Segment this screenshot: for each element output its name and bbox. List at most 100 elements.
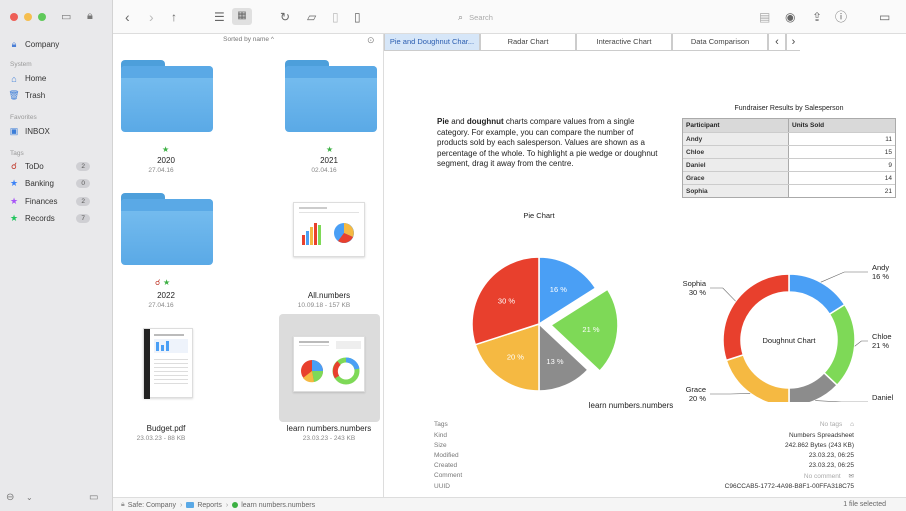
tab-scroll-right-button[interactable]: › [786,34,800,51]
meta-label-modified: Modified [434,452,459,459]
tab-interactive-chart[interactable]: Interactive Chart [576,34,672,51]
file-tile-2020[interactable]: ★ 2020 27.04.16 [113,34,248,184]
doughnut-segment-chloe [822,303,856,387]
star-tag-icon: ★ [162,145,170,154]
file-tile-2022[interactable]: ☌ ★ 2022 27.04.16 [113,186,248,316]
grid-view-button[interactable]: ▦ [232,8,252,25]
doughnut-leader-line-grace [710,393,751,395]
intro-text: Pie and doughnut charts compare values f… [437,117,661,170]
settings-menu-icon[interactable]: ⊖ [6,492,14,503]
new-file-icon[interactable]: ▯ [332,9,339,25]
trash-icon: 🗑︎ [8,90,20,100]
sidebar-toggle-icon[interactable]: ▭ [61,10,71,23]
sidebar-item-label: ToDo [25,162,44,171]
doughnut-segment-andy [788,273,846,316]
sidebar-item-finances[interactable]: ★ Finances 2 [8,194,106,209]
sidebar-item-label: Finances [25,197,58,206]
sidebar-item-inbox[interactable]: ▣ INBOX [8,124,106,139]
table-cell-participant: Chloe [683,146,789,158]
sidebar-item-records[interactable]: ★ Records 7 [8,211,106,226]
section-tags: Tags [10,150,24,157]
pie-value-label-chloe: 21 % [582,325,599,334]
table-cell-participant: Grace [683,172,789,184]
gallery-icon[interactable]: ▤ [759,9,770,25]
pie-value-label-daniel: 13 % [546,357,563,366]
table-cell-units: 14 [884,175,892,182]
chevron-down-icon[interactable]: ⌄ [26,493,33,502]
refresh-icon[interactable]: ↻ [280,9,290,25]
intro-joiner: and [449,117,467,126]
sidebar-item-trash[interactable]: 🗑︎ Trash [8,88,106,103]
table-header-cell: Participant [683,119,789,132]
back-button[interactable]: ‹ [125,9,130,25]
file-tile-budget-pdf[interactable]: Budget.pdf 23.03.23 - 88 KB [113,318,248,448]
close-window-button[interactable] [10,13,18,21]
file-tile-2021[interactable]: ★ 2021 02.04.16 [249,34,384,184]
info-icon[interactable]: ⓘ [835,9,847,25]
up-arrow-icon[interactable]: ↑ [171,9,177,25]
file-name: learn numbers.numbers [286,424,372,433]
lock-icon[interactable]: 🔒︎ [87,10,93,23]
table-header-row: Participant Units Sold [683,119,895,132]
list-view-button[interactable]: ☰ [214,9,225,25]
search-field[interactable]: ⌕ Search [458,10,578,25]
sidebar-item-todo[interactable]: ☌ ToDo 2 [8,159,106,174]
doughnut-label-sophia: Sophia [683,279,707,288]
file-date: 27.04.16 [148,167,174,174]
todo-tag-icon: ☌ [155,278,161,287]
share-icon[interactable]: ⇪ [812,9,822,25]
meta-value-created: 23.03.23, 06:25 [808,462,854,469]
breadcrumb-item[interactable]: Safe: Company [128,502,176,509]
meta-value-modified: 23.03.23, 06:25 [808,452,854,459]
table-cell-participant: Andy [683,133,789,145]
table-cell-units: 15 [884,149,892,156]
sidebar-item-label: Company [25,40,60,49]
preview-panel-toggle-icon[interactable]: ▭ [879,9,890,25]
spreadsheet-thumbnail [293,202,365,257]
breadcrumb-item[interactable]: Reports [197,502,222,509]
status-bar: 🔒︎ Safe: Company › Reports › learn numbe… [113,497,906,511]
tab-scroll-left-button[interactable]: ‹ [768,34,786,51]
spreadsheet-thumbnail-chart [299,207,359,245]
table-cell-units: 21 [884,188,892,195]
panel-toggle-icon[interactable]: ▭ [89,492,98,503]
section-favorites: Favorites [10,114,37,121]
tag-count-badge: 7 [76,214,90,223]
file-name: All.numbers [307,291,351,300]
add-file-icon[interactable]: ▯ [354,9,361,25]
meta-value-comment[interactable]: No comment ✉ [804,472,854,480]
file-tile-all-numbers[interactable]: All.numbers 10.09.18 - 157 KB [249,186,384,316]
minimize-window-button[interactable] [24,13,32,21]
chevron-right-icon: › [225,501,229,509]
sidebar-item-label: Trash [25,91,46,100]
file-name: 2020 [157,156,175,165]
sidebar-item-home[interactable]: ⌂ Home [8,71,106,86]
tab-pie-doughnut[interactable]: Pie and Doughnut Char... [384,34,480,51]
lock-icon: 🔒︎ [121,501,125,508]
meta-label-created: Created [434,462,458,469]
star-icon: ★ [9,196,19,206]
pie-value-label-sophia: 30 % [498,296,515,305]
meta-value-tags[interactable]: No tags ⌂ [820,421,854,428]
eye-icon[interactable]: ◉ [785,9,795,25]
table-title: Fundraiser Results by Salesperson [734,105,844,112]
star-icon: ★ [9,178,19,188]
forward-button[interactable]: › [149,9,154,25]
file-name: Budget.pdf [146,424,186,433]
sidebar-item-company[interactable]: 🔒︎ Company [8,37,106,52]
meta-label-comment: Comment [434,472,463,479]
tab-data-comparison[interactable]: Data Comparison [672,34,768,51]
table-row: Grace 14 [683,171,895,184]
zoom-window-button[interactable] [38,13,46,21]
tag-count-badge: 0 [76,179,90,188]
breadcrumb-item[interactable]: learn numbers.numbers [241,502,315,509]
file-tile-learn-numbers[interactable] [279,314,380,422]
doughnut-leader-line-sophia [710,287,736,302]
sidebar-item-banking[interactable]: ★ Banking 0 [8,176,106,191]
tab-radar-chart[interactable]: Radar Chart [480,34,576,51]
new-folder-icon[interactable]: ▱ [307,9,316,25]
sidebar-item-label: INBOX [25,127,50,136]
doughnut-value-chloe: 21 % [872,341,889,350]
meta-label-size: Size [434,442,447,449]
tag-count-badge: 2 [76,162,90,171]
